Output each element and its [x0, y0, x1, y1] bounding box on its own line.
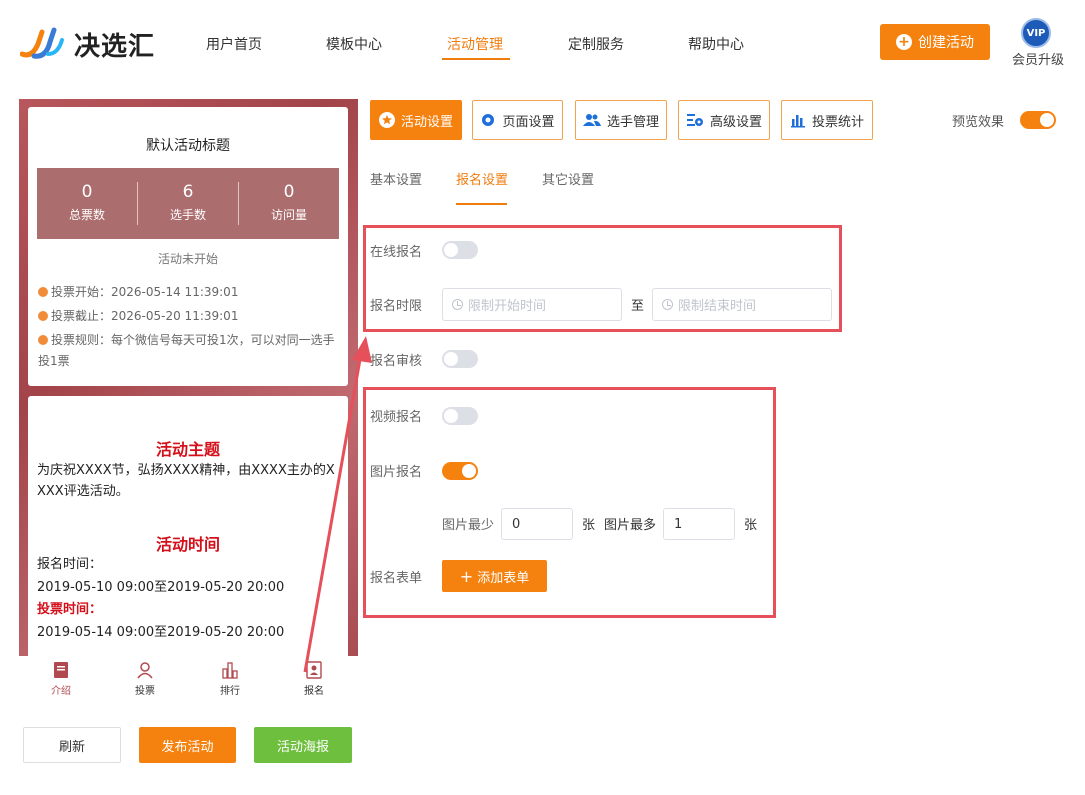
- annotation-arrow: [303, 336, 372, 673]
